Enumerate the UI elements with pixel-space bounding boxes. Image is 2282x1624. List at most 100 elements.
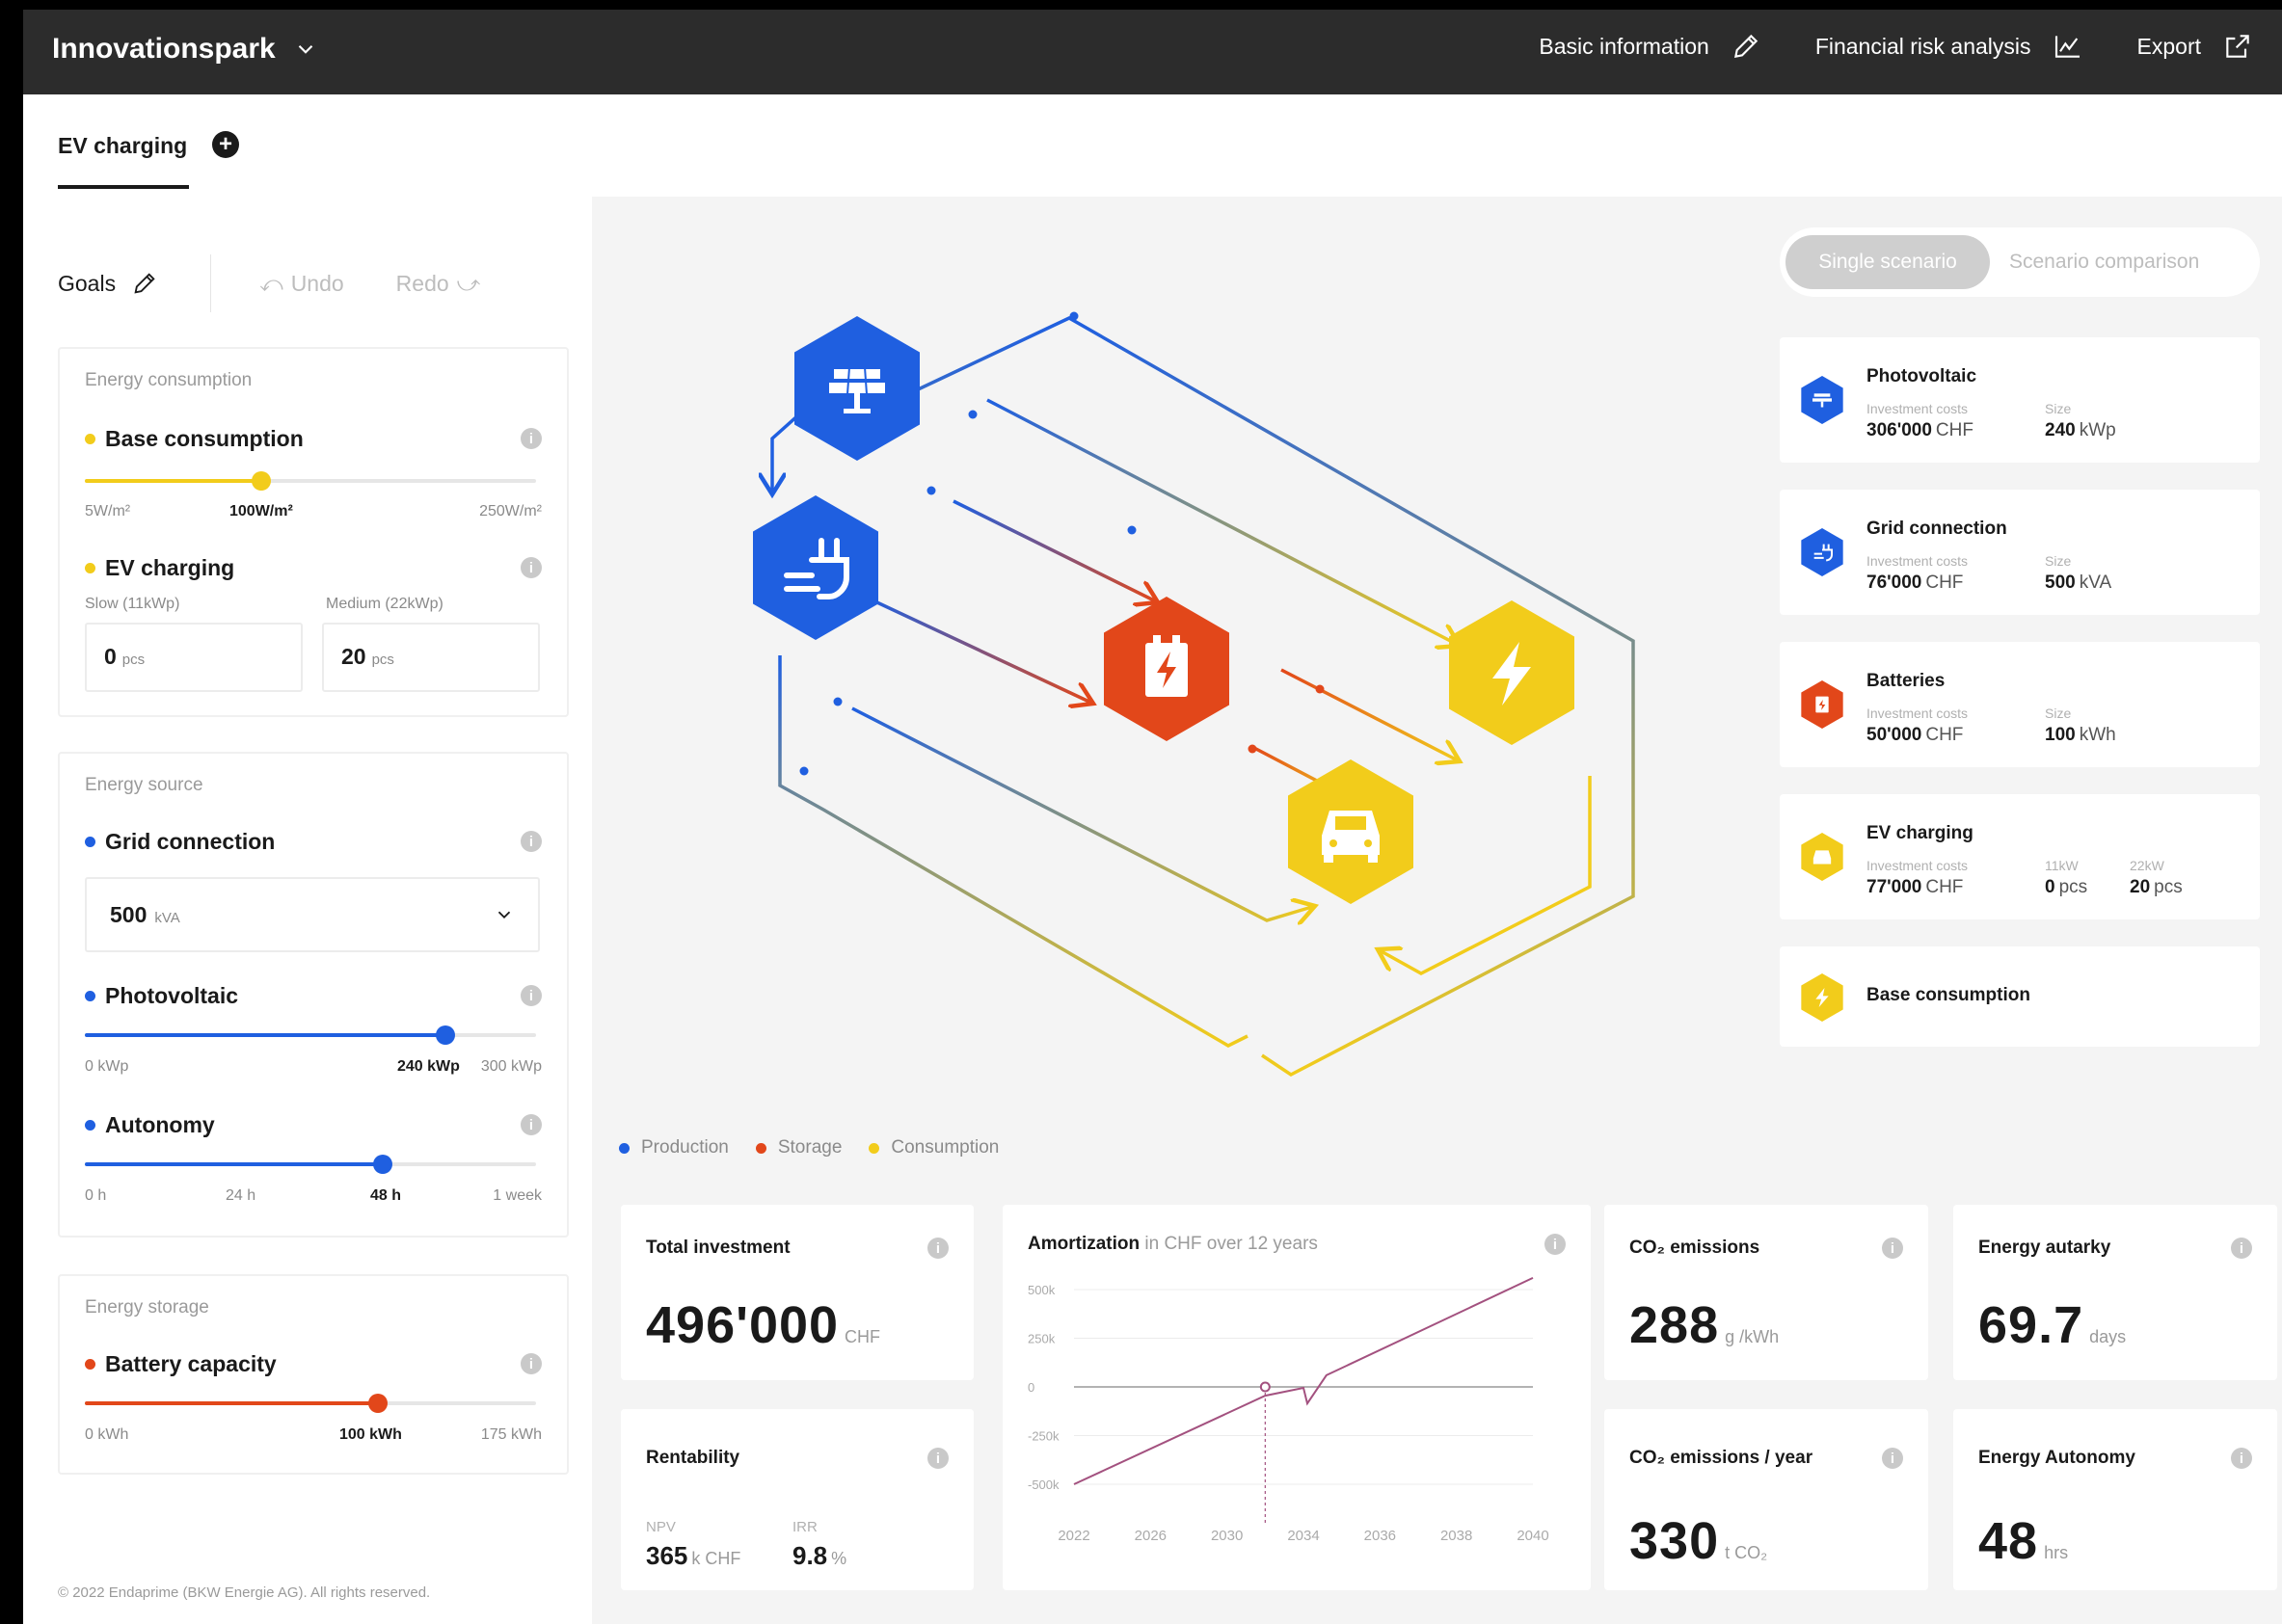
goals-button[interactable]: Goals — [58, 270, 158, 297]
slider-handle[interactable] — [251, 471, 271, 491]
undo-button[interactable]: ⤺ Undo — [259, 271, 344, 297]
value: 50'000 — [1866, 725, 1922, 745]
value: 77'000 — [1866, 877, 1922, 897]
photovoltaic-slider[interactable] — [85, 1025, 536, 1045]
investment-column: Investment costs 50'000 CHF — [1866, 706, 1968, 746]
slow-charger-label: Slow (11kWp) — [85, 596, 180, 612]
pencil-icon — [134, 273, 155, 294]
info-icon[interactable]: i — [2231, 1238, 2252, 1259]
unit: k CHF — [691, 1549, 741, 1568]
add-scenario-button[interactable]: + — [212, 131, 239, 158]
value: 496'000 — [646, 1296, 840, 1354]
basic-information-button[interactable]: Basic information — [1539, 31, 1760, 62]
ev-charging-card[interactable]: EV charging Investment costs 77'000 CHF 11… — [1780, 794, 2260, 919]
project-selector[interactable]: Innovationspark — [52, 33, 318, 66]
field-value: 100 kWh — [2045, 725, 2116, 746]
component-name: Grid connection — [1866, 519, 2007, 539]
goals-label: Goals — [58, 270, 117, 296]
export-button[interactable]: Export — [2137, 31, 2253, 62]
active-tab-indicator — [58, 185, 189, 189]
x-tick-label: 2026 — [1135, 1528, 1167, 1544]
info-icon[interactable]: i — [2231, 1448, 2252, 1469]
info-icon[interactable]: i — [927, 1238, 949, 1259]
medium-charger-column: 22kW 20 pcs — [2130, 858, 2183, 898]
slider-max: 300 kWp — [480, 1058, 542, 1075]
irr: IRR 9.8% — [792, 1519, 846, 1571]
value: 48 — [1978, 1512, 2039, 1570]
field-label: Size — [2045, 706, 2072, 721]
copyright: © 2022 Endaprime (BKW Energie AG). All r… — [58, 1584, 431, 1601]
base-consumption-label: Base consumption — [85, 426, 304, 452]
info-icon[interactable]: i — [521, 831, 542, 852]
base-consumption-slider[interactable] — [85, 471, 536, 491]
slider-fill — [85, 1162, 383, 1166]
tab-ev-charging[interactable]: EV charging — [58, 133, 187, 159]
autonomy-slider[interactable] — [85, 1155, 536, 1174]
slider-handle[interactable] — [368, 1394, 389, 1413]
info-icon[interactable]: i — [521, 557, 542, 578]
financial-risk-button[interactable]: Financial risk analysis — [1815, 31, 2083, 62]
co2-emissions-card: CO₂ emissions i 288 g /kWh — [1604, 1205, 1928, 1380]
batteries-card[interactable]: Batteries Investment costs 50'000 CHF Size… — [1780, 642, 2260, 767]
energy-consumption-card: Energy consumption Base consumption i 5W… — [58, 347, 569, 717]
line-chart-icon — [2054, 36, 2080, 58]
grid-connection-card[interactable]: Grid connection Investment costs 76'000 CH… — [1780, 490, 2260, 615]
value: 100 — [2045, 725, 2076, 745]
slider-max: 250W/m² — [479, 503, 542, 519]
car-icon — [1801, 833, 1843, 881]
energy-autarky-card: Energy autarky i 69.7 days — [1953, 1205, 2277, 1380]
unit: days — [2089, 1327, 2127, 1346]
field-label: Investment costs — [1866, 401, 1969, 416]
kpi-title: Rentability — [646, 1448, 740, 1468]
info-icon[interactable]: i — [521, 428, 542, 449]
redo-button[interactable]: Redo ⤻ — [396, 271, 481, 297]
unit: g /kWh — [1725, 1327, 1780, 1346]
info-icon[interactable]: i — [927, 1448, 949, 1469]
battery-hex-icon[interactable] — [1104, 597, 1229, 741]
single-scenario-button[interactable]: Single scenario — [1785, 235, 1990, 289]
grid-value: 500 — [110, 902, 148, 927]
field-label: Investment costs — [1866, 706, 1969, 721]
scenario-comparison-button[interactable]: Scenario comparison — [2009, 251, 2199, 274]
legend-label: Production — [641, 1137, 729, 1158]
basic-information-label: Basic information — [1539, 33, 1709, 59]
battery-capacity-text: Battery capacity — [105, 1351, 277, 1376]
kpi-value: 496'000 CHF — [646, 1295, 880, 1355]
grid-to-ev-line — [851, 706, 1315, 920]
grid-connection-label: Grid connection — [85, 829, 275, 855]
info-icon[interactable]: i — [1882, 1448, 1903, 1469]
info-icon[interactable]: i — [521, 1353, 542, 1374]
slider-handle[interactable] — [436, 1025, 456, 1045]
pv-hex-icon[interactable] — [794, 316, 920, 461]
field-label: Size — [2045, 553, 2072, 569]
slider-handle[interactable] — [372, 1155, 392, 1174]
info-icon[interactable]: i — [1882, 1238, 1903, 1259]
flow-node — [968, 410, 978, 419]
battery-capacity-slider[interactable] — [85, 1394, 536, 1413]
unit: hrs — [2044, 1543, 2069, 1562]
medium-charger-input[interactable]: 20 pcs — [322, 623, 540, 692]
slow-charger-input[interactable]: 0 pcs — [85, 623, 303, 692]
total-investment-card: Total investment i 496'000 CHF — [621, 1205, 974, 1380]
value: 9.8 — [792, 1541, 828, 1570]
ev-charging-label: EV charging — [85, 555, 234, 581]
y-tick-label: 0 — [1028, 1380, 1034, 1395]
ev-hex-icon[interactable] — [1288, 759, 1413, 904]
grid-connection-select[interactable]: 500 kVA — [85, 877, 540, 952]
base-consumption-hex-icon[interactable] — [1449, 600, 1574, 745]
grid-hex-icon[interactable] — [753, 495, 878, 640]
flow-node — [1127, 525, 1137, 535]
field-label: 11kW — [2045, 858, 2079, 873]
scenario-toggle: Single scenario Scenario comparison — [1780, 227, 2260, 297]
investment-column: Investment costs 76'000 CHF — [1866, 553, 1968, 594]
card-title: Energy consumption — [85, 370, 253, 390]
grid-to-battery-line — [866, 596, 1093, 704]
photovoltaic-card[interactable]: Photovoltaic Investment costs 306'000 CHF … — [1780, 337, 2260, 463]
unit: t CO₂ — [1725, 1543, 1768, 1562]
base-consumption-card[interactable]: Base consumption — [1780, 946, 2260, 1047]
info-icon[interactable]: i — [521, 1114, 542, 1135]
unit: pcs — [2154, 877, 2183, 897]
legend-label: Storage — [777, 1137, 843, 1158]
x-tick-label: 2034 — [1287, 1528, 1319, 1544]
info-icon[interactable]: i — [521, 985, 542, 1006]
